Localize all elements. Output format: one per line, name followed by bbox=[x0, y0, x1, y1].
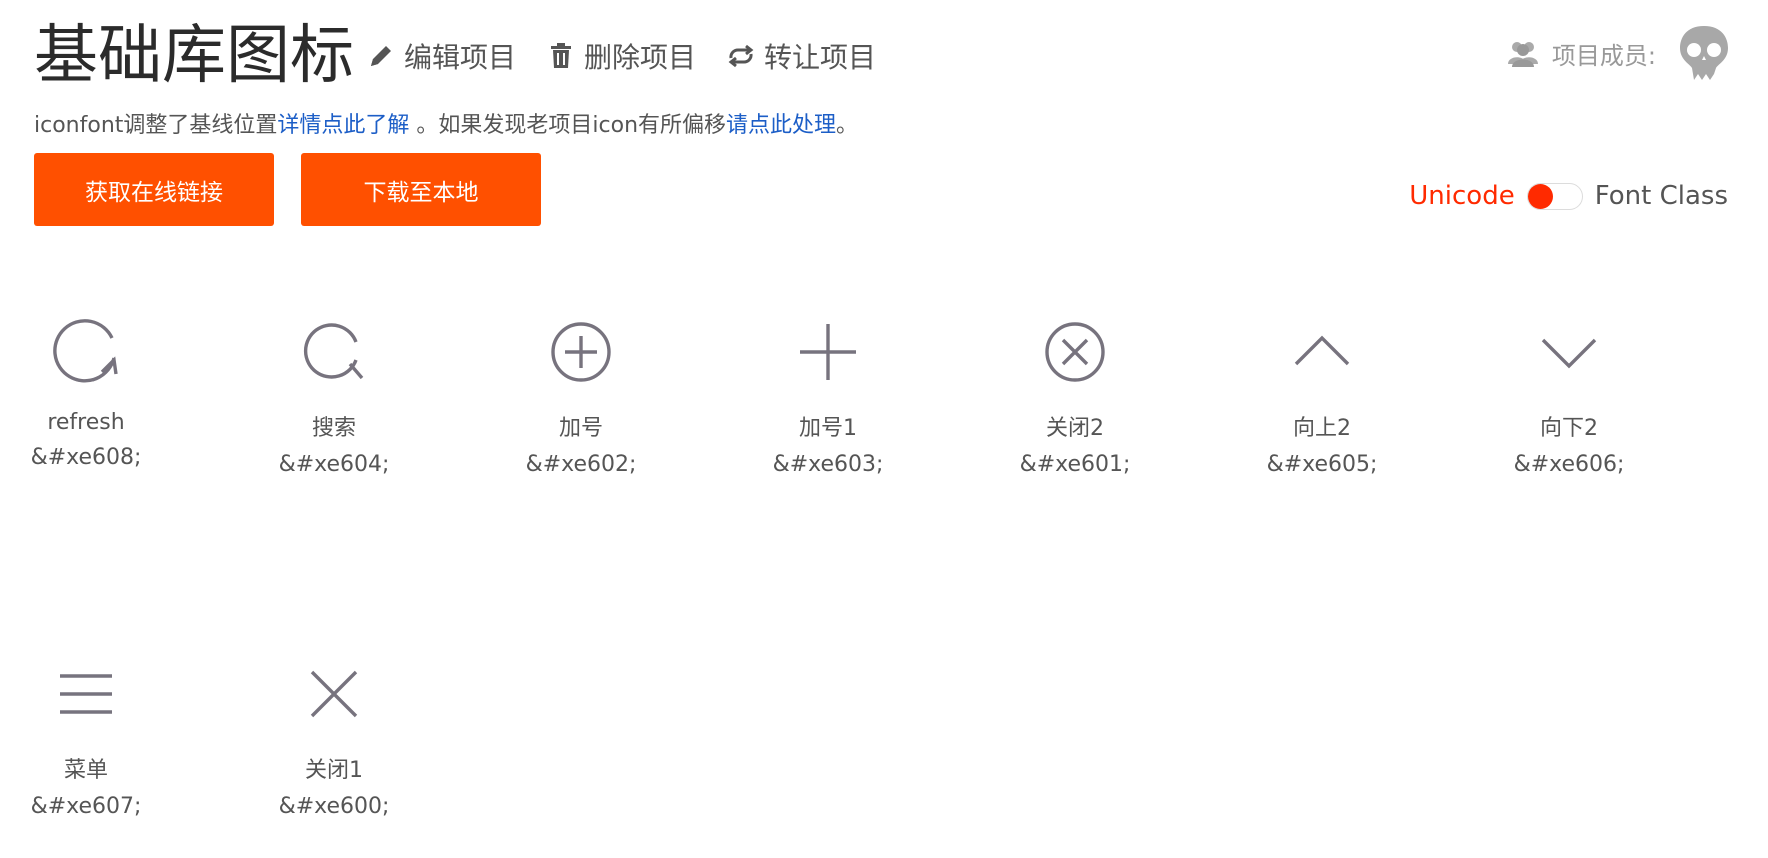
icon-name: 加号 bbox=[558, 416, 603, 441]
icon-code: &#xe608; bbox=[30, 445, 142, 470]
icon-code: &#xe604; bbox=[278, 452, 390, 477]
transfer-project-button[interactable]: 转让项目 bbox=[726, 36, 876, 76]
plus-icon bbox=[800, 324, 856, 380]
users-icon bbox=[1507, 42, 1538, 67]
icon-card[interactable]: 搜索 &#xe604; bbox=[244, 316, 424, 477]
mode-font-class-label[interactable]: Font Class bbox=[1595, 181, 1728, 211]
delete-project-button[interactable]: 删除项目 bbox=[546, 36, 696, 76]
icon-code: &#xe603; bbox=[772, 452, 884, 477]
avatar[interactable] bbox=[1678, 24, 1730, 82]
icon-name: 关闭1 bbox=[305, 758, 363, 783]
mode-switch: Unicode Font Class bbox=[1409, 181, 1728, 211]
notice-details-link[interactable]: 详情点此了解 bbox=[277, 113, 409, 138]
icon-name: 向上2 bbox=[1293, 416, 1351, 441]
baseline-notice: iconfont调整了基线位置详情点此了解 。如果发现老项目icon有所偏移请点… bbox=[34, 107, 858, 139]
members-label: 项目成员: bbox=[1551, 41, 1656, 70]
icon-card[interactable]: 向下2 &#xe606; bbox=[1479, 316, 1659, 477]
icon-card[interactable]: 向上2 &#xe605; bbox=[1232, 316, 1412, 477]
menu-icon bbox=[60, 674, 112, 714]
toggle-knob bbox=[1527, 183, 1553, 209]
icon-name: 搜索 bbox=[311, 416, 356, 441]
icon-code: &#xe606; bbox=[1513, 452, 1625, 477]
project-actions: 编辑项目 删除项目 转让项目 bbox=[366, 36, 876, 76]
icon-code: &#xe602; bbox=[525, 452, 637, 477]
icon-name: 向下2 bbox=[1540, 416, 1598, 441]
icon-card[interactable]: 加号1 &#xe603; bbox=[738, 316, 918, 477]
delete-project-label: 删除项目 bbox=[584, 41, 697, 74]
icon-code: &#xe601; bbox=[1019, 452, 1131, 477]
icon-card[interactable]: 关闭1 &#xe600; bbox=[244, 658, 424, 819]
icon-name: 菜单 bbox=[63, 758, 108, 783]
edit-project-label: 编辑项目 bbox=[404, 41, 517, 74]
page-title: 基础库图标 bbox=[34, 19, 354, 93]
icon-name: 加号1 bbox=[799, 416, 857, 441]
icon-card[interactable]: 关闭2 &#xe601; bbox=[985, 316, 1165, 477]
project-members: 项目成员: bbox=[1506, 24, 1730, 82]
trash-icon bbox=[551, 43, 572, 68]
icon-code: &#xe607; bbox=[30, 794, 142, 819]
icon-card[interactable]: refresh &#xe608; bbox=[0, 316, 176, 470]
chevron-up-icon bbox=[1294, 335, 1350, 366]
edit-project-button[interactable]: 编辑项目 bbox=[366, 36, 516, 76]
notice-text-1: iconfont调整了基线位置 bbox=[34, 113, 278, 138]
mode-toggle[interactable] bbox=[1526, 182, 1583, 210]
notice-text-3: 。 bbox=[836, 113, 859, 138]
icon-card[interactable]: 菜单 &#xe607; bbox=[0, 658, 176, 819]
notice-fix-link[interactable]: 请点此处理 bbox=[726, 113, 836, 138]
mode-unicode-label[interactable]: Unicode bbox=[1409, 181, 1514, 211]
icon-card[interactable]: 加号 &#xe602; bbox=[491, 316, 671, 477]
close-circle-icon bbox=[1045, 322, 1105, 382]
icon-name: refresh bbox=[47, 410, 125, 435]
pencil-icon bbox=[371, 46, 391, 66]
icon-code: &#xe605; bbox=[1266, 452, 1378, 477]
plus-circle-icon bbox=[551, 322, 611, 382]
transfer-icon bbox=[728, 44, 754, 68]
search-icon bbox=[303, 323, 364, 380]
icon-name: 关闭2 bbox=[1046, 416, 1104, 441]
download-local-button[interactable]: 下载至本地 bbox=[301, 153, 541, 226]
get-online-link-button[interactable]: 获取在线链接 bbox=[34, 153, 274, 226]
close-icon bbox=[310, 670, 358, 718]
chevron-down-icon bbox=[1541, 338, 1597, 369]
refresh-icon bbox=[53, 319, 118, 383]
notice-text-2: 。如果发现老项目icon有所偏移 bbox=[409, 113, 727, 138]
page: 基础库图标 编辑项目 删除项目 转让项目 项目成员: iconfont调整了基线… bbox=[0, 0, 1768, 858]
icon-code: &#xe600; bbox=[278, 794, 390, 819]
transfer-project-label: 转让项目 bbox=[764, 41, 877, 74]
